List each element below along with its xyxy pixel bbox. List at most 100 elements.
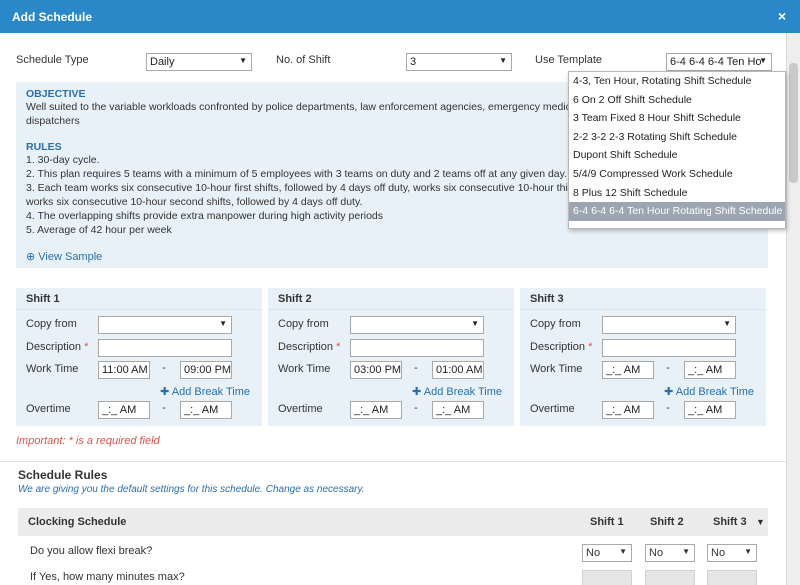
work-end-input[interactable]: 09:00 PM: [180, 361, 232, 379]
template-option[interactable]: 6 On 2 Off Shift Schedule: [569, 91, 785, 110]
scrollbar[interactable]: [786, 33, 800, 585]
overtime-label: Overtime: [26, 403, 71, 415]
objective-text-1: Well suited to the variable workloads co…: [26, 101, 571, 113]
ot-start-input[interactable]: _:_ AM: [98, 401, 150, 419]
dialog-titlebar: Add Schedule ×: [0, 0, 800, 33]
required-field-note: Important: * is a required field: [16, 435, 160, 447]
required-mark: *: [84, 341, 89, 353]
template-option[interactable]: 2-2 3-2 2-3 Rotating Shift Schedule: [569, 128, 785, 147]
objective-heading: OBJECTIVE: [26, 88, 86, 100]
no-of-shift-value: 3: [410, 56, 417, 68]
clocking-schedule-header: Clocking Schedule Shift 1 Shift 2 Shift …: [18, 508, 768, 536]
rule-line: works six consecutive 10-hour second shi…: [26, 196, 363, 208]
flexi-break-value: No: [586, 547, 601, 559]
work-start-input[interactable]: 11:00 AM: [98, 361, 150, 379]
template-option[interactable]: 4-3, Ten Hour, Rotating Shift Schedule: [569, 72, 785, 91]
work-time-label: Work Time: [26, 363, 79, 375]
template-option[interactable]: 3 Team Fixed 8 Hour Shift Schedule: [569, 109, 785, 128]
chevron-down-icon: ▼: [239, 56, 247, 65]
no-of-shift-select[interactable]: 3 ▼: [406, 53, 512, 71]
ot-end-input[interactable]: _:_ AM: [180, 401, 232, 419]
schedule-type-select[interactable]: Daily ▼: [146, 53, 252, 71]
plus-icon: ✚: [664, 386, 674, 398]
ot-end-input[interactable]: _:_ AM: [684, 401, 736, 419]
template-option-selected[interactable]: 6-4 6-4 6-4 Ten Hour Rotating Shift Sche…: [569, 202, 785, 221]
schedule-type-value: Daily: [150, 56, 175, 68]
col-shift-1: Shift 1: [590, 516, 624, 528]
template-dropdown-list: 4-3, Ten Hour, Rotating Shift Schedule 6…: [568, 71, 786, 229]
description-input[interactable]: [98, 339, 232, 357]
col-shift-2: Shift 2: [650, 516, 684, 528]
work-end-input[interactable]: _:_ AM: [684, 361, 736, 379]
required-mark: *: [336, 341, 341, 353]
copy-from-select[interactable]: ▼: [602, 316, 736, 334]
copy-from-select[interactable]: ▼: [350, 316, 484, 334]
dash: -: [414, 362, 418, 374]
caret-down-icon[interactable]: ▼: [756, 517, 765, 527]
plus-icon: ✚: [160, 386, 170, 398]
copy-from-select[interactable]: ▼: [98, 316, 232, 334]
work-time-label: Work Time: [278, 363, 331, 375]
no-of-shift-label: No. of Shift: [276, 54, 331, 66]
work-start-input[interactable]: 03:00 PM: [350, 361, 402, 379]
add-break-label: Add Break Time: [171, 386, 250, 398]
work-start-input[interactable]: _:_ AM: [602, 361, 654, 379]
shift-panel-1: Shift 1 Copy from ▼ Description * Work T…: [16, 288, 262, 426]
ot-start-input[interactable]: _:_ AM: [350, 401, 402, 419]
chevron-down-icon: ▼: [759, 56, 767, 65]
rule-line: 4. The overlapping shifts provide extra …: [26, 210, 383, 222]
rule-line: 3. Each team works six consecutive 10-ho…: [26, 182, 568, 194]
max-minutes-shift2[interactable]: [645, 570, 695, 585]
scrollbar-thumb[interactable]: [789, 63, 798, 183]
col-shift-3: Shift 3: [713, 516, 747, 528]
template-option[interactable]: 8 Plus 12 Shift Schedule: [569, 184, 785, 203]
zoom-in-icon: ⊕: [26, 251, 36, 263]
required-mark: *: [588, 341, 593, 353]
add-break-link[interactable]: ✚ Add Break Time: [160, 385, 250, 398]
use-template-select[interactable]: 6-4 6-4 6-4 Ten Ho ▼: [666, 53, 772, 71]
rule-line: 5. Average of 42 hour per week: [26, 224, 172, 236]
shift-title: Shift 1: [16, 288, 262, 310]
add-break-link[interactable]: ✚ Add Break Time: [664, 385, 754, 398]
shift-panel-3: Shift 3 Copy from ▼ Description * Work T…: [520, 288, 766, 426]
schedule-rules-subtitle: We are giving you the default settings f…: [18, 484, 365, 495]
add-break-link[interactable]: ✚ Add Break Time: [412, 385, 502, 398]
shift-title: Shift 3: [520, 288, 766, 310]
description-input[interactable]: [350, 339, 484, 357]
dash: -: [162, 402, 166, 414]
dash: -: [666, 362, 670, 374]
copy-from-label: Copy from: [26, 318, 77, 330]
shift-title: Shift 2: [268, 288, 514, 310]
add-break-label: Add Break Time: [423, 386, 502, 398]
flexi-break-shift2[interactable]: No ▼: [645, 544, 695, 562]
flexi-break-value: No: [649, 547, 664, 559]
flexi-break-shift3[interactable]: No ▼: [707, 544, 757, 562]
chevron-down-icon: ▼: [682, 547, 690, 556]
template-option[interactable]: Dupont Shift Schedule: [569, 146, 785, 165]
rule-line: 2. This plan requires 5 teams with a min…: [26, 168, 568, 180]
clocking-schedule-title: Clocking Schedule: [28, 516, 127, 528]
template-option[interactable]: 5/4/9 Compressed Work Schedule: [569, 165, 785, 184]
use-template-value: 6-4 6-4 6-4 Ten Ho: [670, 56, 762, 68]
ot-start-input[interactable]: _:_ AM: [602, 401, 654, 419]
dash: -: [162, 362, 166, 374]
ot-end-input[interactable]: _:_ AM: [432, 401, 484, 419]
overtime-label: Overtime: [278, 403, 323, 415]
flexi-break-shift1[interactable]: No ▼: [582, 544, 632, 562]
use-template-label: Use Template: [535, 54, 603, 66]
description-label-text: Description: [26, 341, 82, 353]
view-sample-link[interactable]: ⊕ View Sample: [26, 250, 102, 263]
rule-line: 1. 30-day cycle.: [26, 154, 100, 166]
description-label-text: Description: [530, 341, 586, 353]
dialog-title: Add Schedule: [12, 10, 93, 24]
close-icon[interactable]: ×: [778, 8, 786, 24]
shift-panel-2: Shift 2 Copy from ▼ Description * Work T…: [268, 288, 514, 426]
max-minutes-shift3[interactable]: [707, 570, 757, 585]
max-minutes-shift1[interactable]: [582, 570, 632, 585]
work-end-input[interactable]: 01:00 AM: [432, 361, 484, 379]
dash: -: [666, 402, 670, 414]
flexi-break-value: No: [711, 547, 726, 559]
description-input[interactable]: [602, 339, 736, 357]
view-sample-label: View Sample: [38, 251, 103, 263]
chevron-down-icon: ▼: [471, 319, 479, 328]
